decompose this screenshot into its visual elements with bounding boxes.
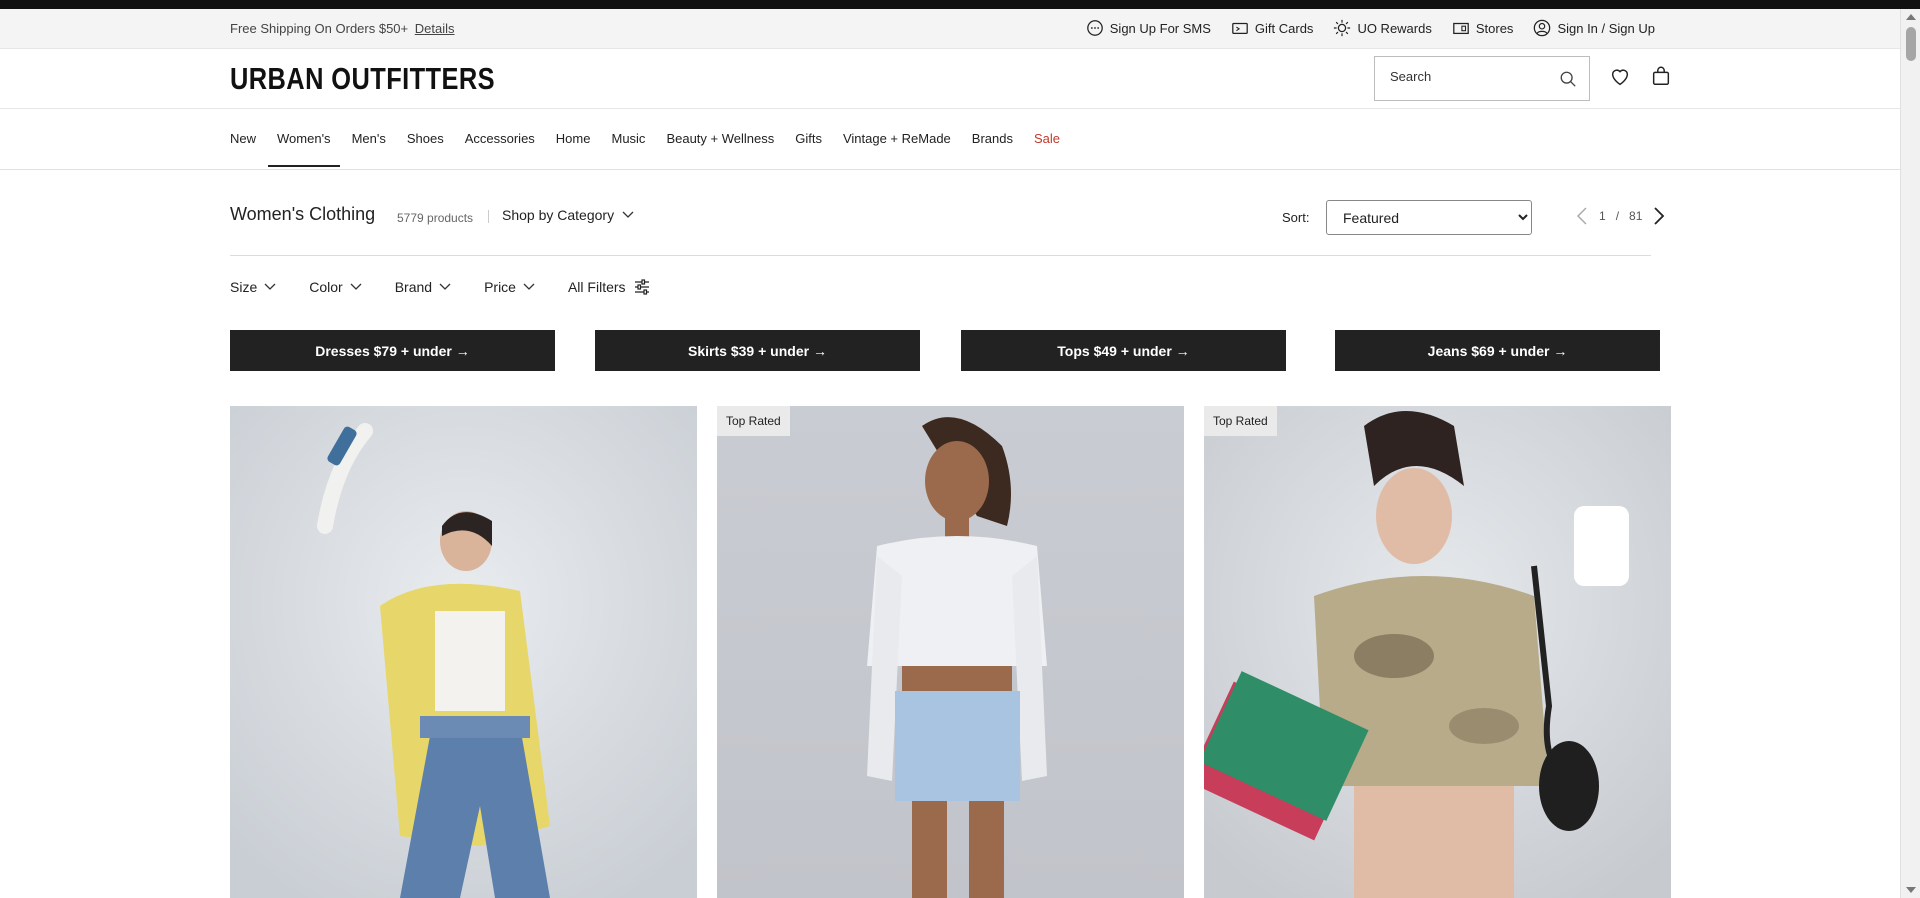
nav-item-brands[interactable]: Brands xyxy=(972,131,1013,167)
nav-item-home[interactable]: Home xyxy=(556,131,591,167)
chat-icon xyxy=(1086,20,1103,36)
site-header: URBAN OUTFITTERS xyxy=(0,49,1900,109)
shipping-details-link[interactable]: Details xyxy=(415,21,455,36)
product-image xyxy=(1204,406,1671,898)
sms-signup-label: Sign Up For SMS xyxy=(1109,20,1211,36)
gift-card-icon xyxy=(1232,22,1248,35)
promo-row: Dresses $79 + under → Skirts $39 + under… xyxy=(230,330,1660,371)
nav-item-shoes[interactable]: Shoes xyxy=(407,131,444,167)
gift-cards-link[interactable]: Gift Cards xyxy=(1231,19,1314,37)
heart-icon[interactable] xyxy=(1609,66,1631,88)
sort-select[interactable]: Featured xyxy=(1326,200,1532,235)
page-title: Women's Clothing xyxy=(230,204,376,224)
uo-rewards-label: UO Rewards xyxy=(1357,20,1432,36)
utility-links: Sign Up For SMS Gift Cards UO Rewards St… xyxy=(1086,19,1655,37)
nav-item-new[interactable]: New xyxy=(230,131,256,167)
nav-item-music[interactable]: Music xyxy=(611,131,645,167)
filter-size-label: Size xyxy=(230,279,258,295)
top-rated-badge: Top Rated xyxy=(717,406,790,436)
shipping-text: Free Shipping On Orders $50+ xyxy=(230,21,409,36)
product-card[interactable]: Top Rated xyxy=(1204,406,1671,898)
product-count: 5779 products xyxy=(397,211,474,225)
shop-by-category-label: Shop by Category xyxy=(502,207,615,223)
promo-tops-button[interactable]: Tops $49 + under → xyxy=(961,330,1286,371)
filter-color-label: Color xyxy=(309,279,343,295)
product-image xyxy=(230,406,697,898)
browser-top-edge xyxy=(0,0,1920,9)
page-total: 81 xyxy=(1629,209,1643,223)
sign-in-link[interactable]: Sign In / Sign Up xyxy=(1533,19,1655,37)
page-current: 1 xyxy=(1599,209,1606,223)
site-logo[interactable]: URBAN OUTFITTERS xyxy=(230,61,495,97)
nav-item-vintage-remade[interactable]: Vintage + ReMade xyxy=(843,131,951,167)
nav-item-womens[interactable]: Women's xyxy=(268,131,340,167)
filter-brand[interactable]: Brand xyxy=(395,278,451,296)
header-divider xyxy=(488,210,489,223)
sign-in-label: Sign In / Sign Up xyxy=(1557,20,1655,36)
chevron-down-icon xyxy=(350,283,362,290)
filter-size[interactable]: Size xyxy=(230,278,276,296)
nav-item-beauty-wellness[interactable]: Beauty + Wellness xyxy=(666,131,774,167)
filter-brand-label: Brand xyxy=(394,279,433,295)
shop-by-category-dropdown[interactable]: Shop by Category xyxy=(502,207,634,223)
page-scrollbar[interactable] xyxy=(1900,9,1920,898)
stores-label: Stores xyxy=(1475,20,1514,36)
product-card[interactable]: Top Rated xyxy=(717,406,1184,898)
shipping-banner: Free Shipping On Orders $50+ Details xyxy=(230,21,455,36)
promo-jeans-button[interactable]: Jeans $69 + under → xyxy=(1335,330,1660,371)
scroll-down-arrow-icon[interactable] xyxy=(1906,887,1916,893)
top-rated-badge: Top Rated xyxy=(1204,406,1277,436)
all-filters-label: All Filters xyxy=(567,279,626,295)
chevron-down-icon xyxy=(523,283,535,290)
sort-label: Sort: xyxy=(1282,210,1310,225)
pagination: 1 / 81 xyxy=(1575,206,1666,226)
filter-color[interactable]: Color xyxy=(309,278,362,296)
promo-skirts-button[interactable]: Skirts $39 + under → xyxy=(595,330,920,371)
stores-link[interactable]: Stores xyxy=(1452,19,1514,37)
search-input[interactable] xyxy=(1390,69,1550,84)
rewards-icon xyxy=(1334,19,1351,37)
sms-signup-link[interactable]: Sign Up For SMS xyxy=(1086,19,1211,37)
next-page-icon[interactable] xyxy=(1652,206,1666,226)
all-filters-button[interactable]: All Filters xyxy=(568,278,651,296)
chevron-down-icon xyxy=(264,283,276,290)
main-nav: New Women's Men's Shoes Accessories Home… xyxy=(0,109,1900,170)
nav-item-gifts[interactable]: Gifts xyxy=(795,131,822,167)
user-icon xyxy=(1534,19,1551,37)
search-box xyxy=(1374,56,1590,101)
scroll-up-arrow-icon[interactable] xyxy=(1906,14,1916,20)
gift-cards-label: Gift Cards xyxy=(1254,20,1314,36)
chevron-down-icon xyxy=(439,283,451,290)
bag-icon[interactable] xyxy=(1650,65,1672,87)
listing-header: Women's Clothing 5779 products Shop by C… xyxy=(230,200,1665,256)
store-icon xyxy=(1453,22,1469,35)
uo-rewards-link[interactable]: UO Rewards xyxy=(1333,19,1432,37)
promo-dresses-button[interactable]: Dresses $79 + under → xyxy=(230,330,555,371)
scroll-thumb[interactable] xyxy=(1906,27,1916,61)
product-card[interactable] xyxy=(230,406,697,898)
utility-bar: Free Shipping On Orders $50+ Details Sig… xyxy=(0,9,1900,49)
nav-list: New Women's Men's Shoes Accessories Home… xyxy=(230,131,1081,167)
nav-item-sale[interactable]: Sale xyxy=(1034,131,1060,167)
product-image xyxy=(717,406,1184,898)
search-icon[interactable] xyxy=(1559,70,1577,88)
sliders-icon xyxy=(634,279,649,295)
previous-page-icon[interactable] xyxy=(1575,206,1589,226)
page-separator: / xyxy=(1615,209,1620,223)
chevron-down-icon xyxy=(622,211,634,218)
filter-price[interactable]: Price xyxy=(484,278,535,296)
filter-price-label: Price xyxy=(484,279,516,295)
nav-item-mens[interactable]: Men's xyxy=(352,131,386,167)
nav-item-accessories[interactable]: Accessories xyxy=(465,131,535,167)
filter-bar: Size Color Brand Price All Filters xyxy=(230,278,684,296)
